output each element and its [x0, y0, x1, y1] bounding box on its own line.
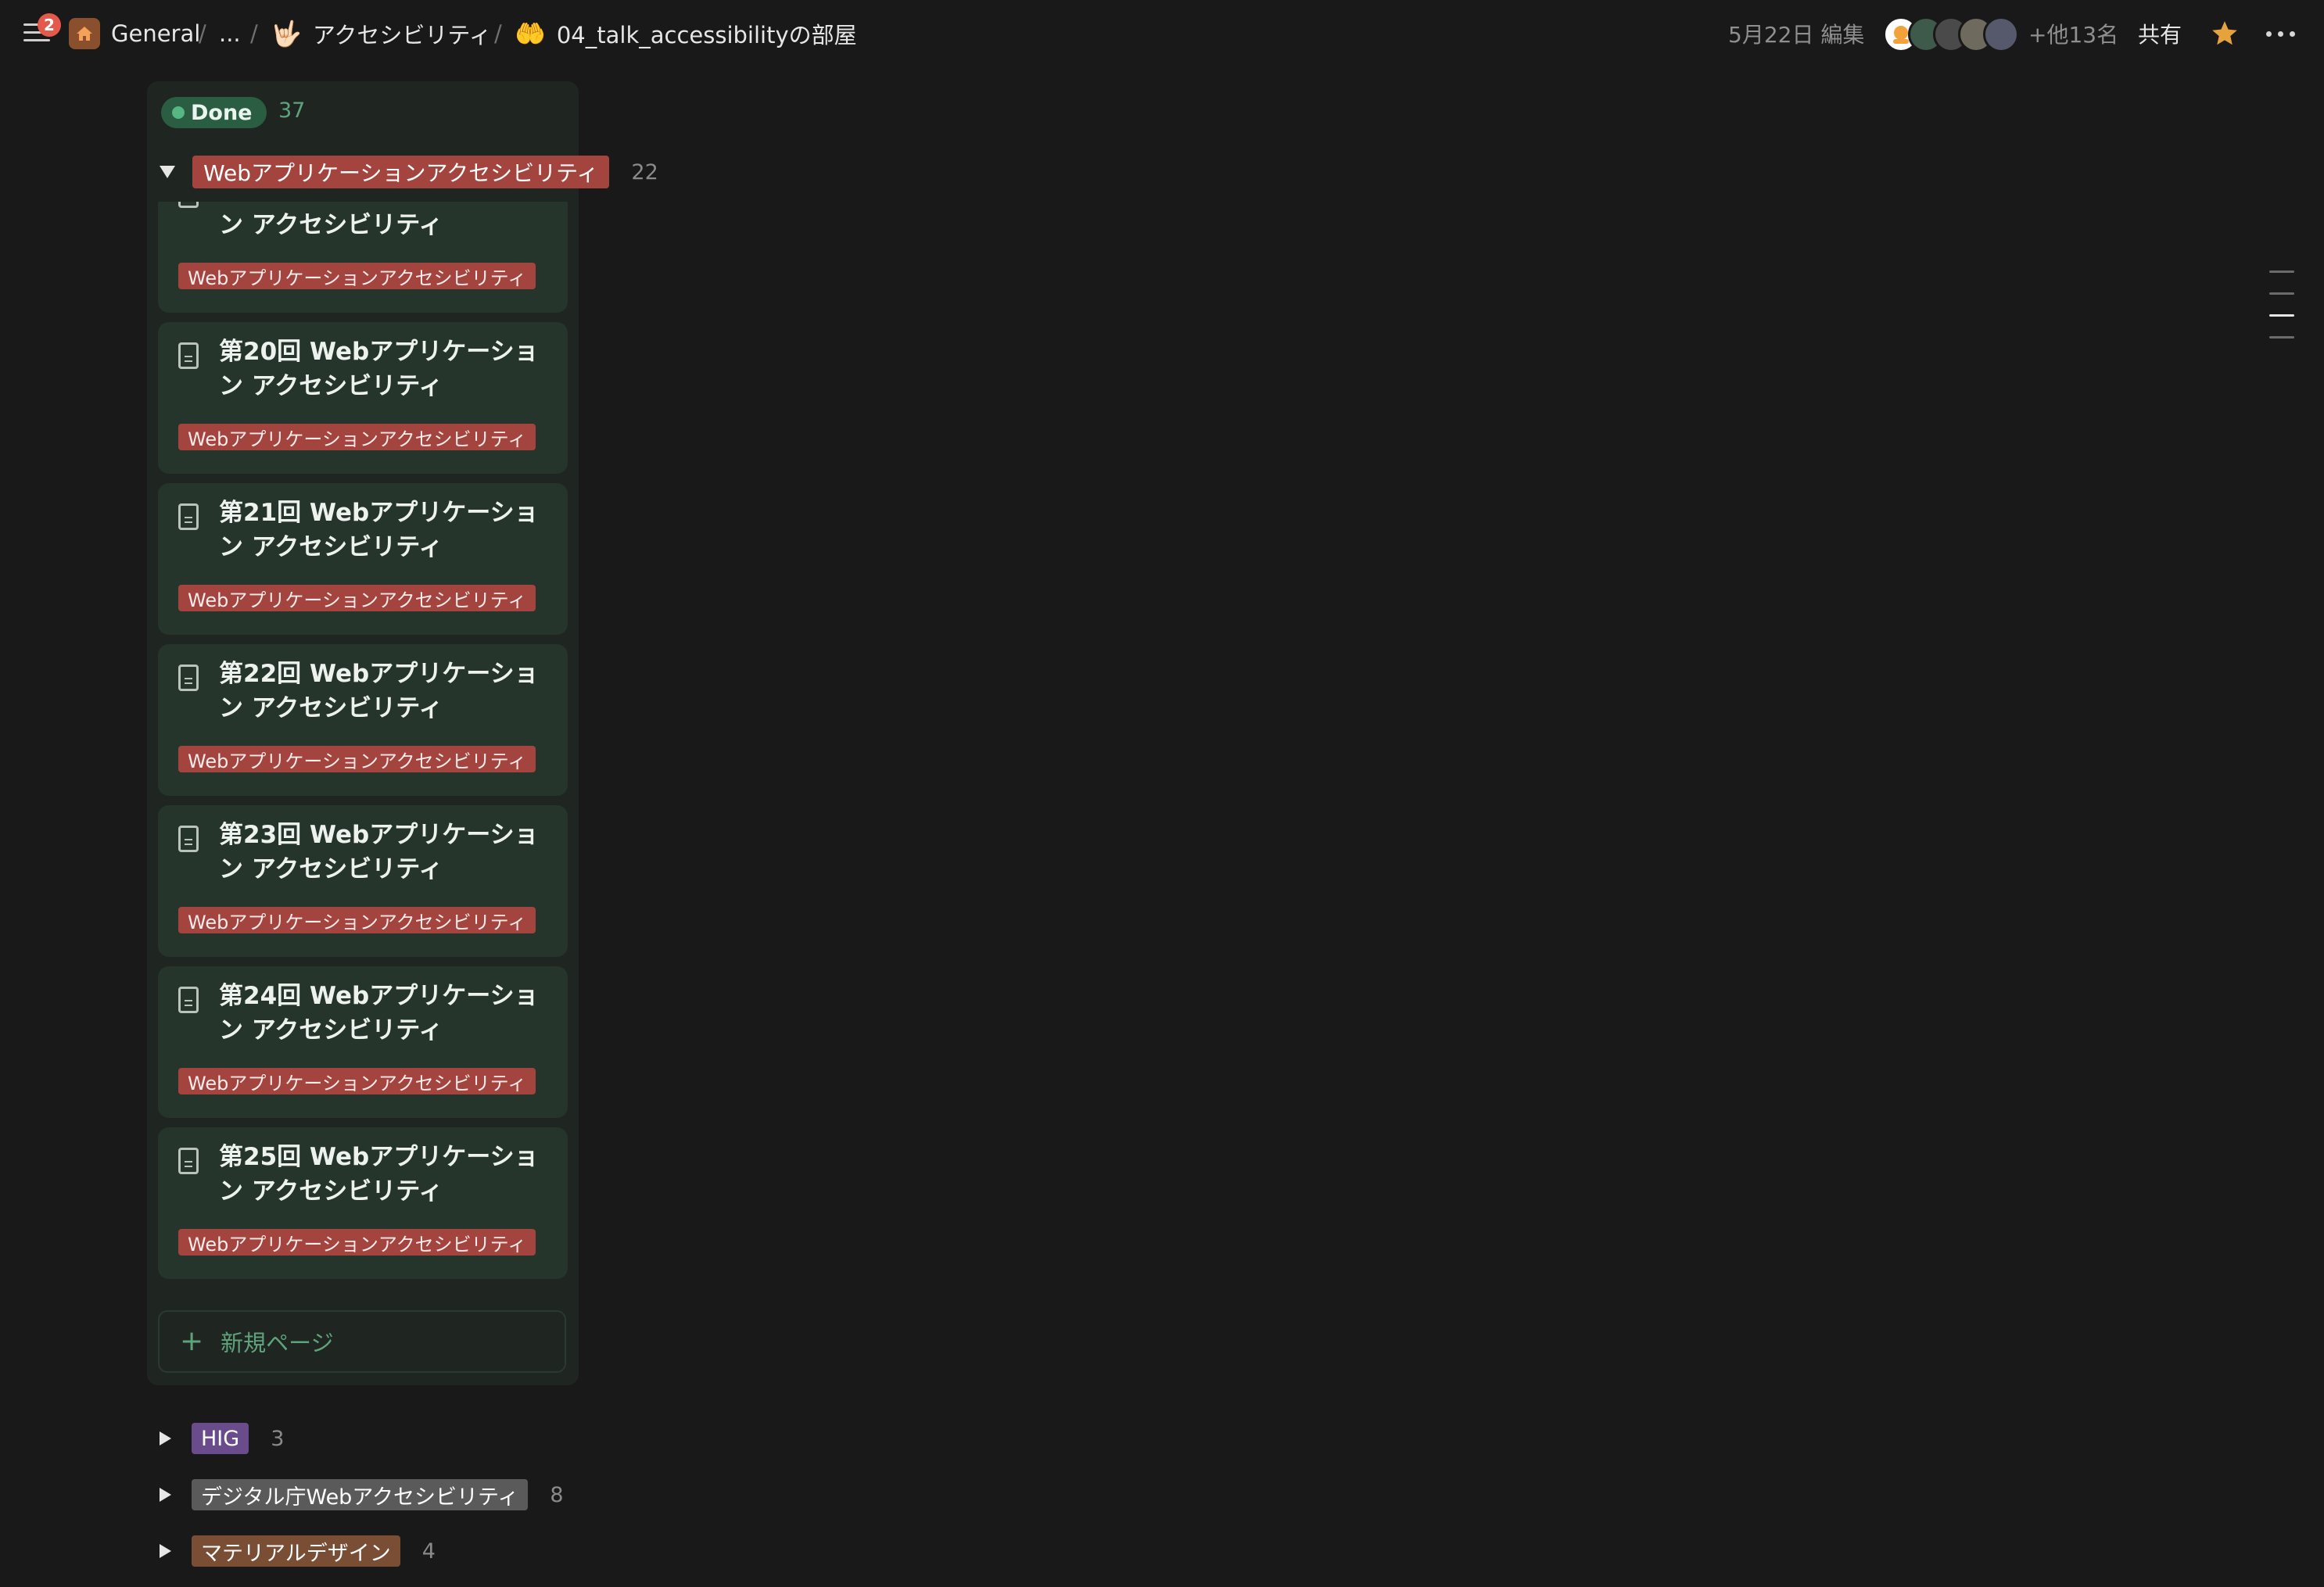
group-count: 3	[271, 1426, 285, 1451]
status-count: 37	[278, 99, 306, 123]
card-title: 第22回 Webアプリケーション アクセシビリティ	[219, 660, 539, 722]
table-of-contents-icon[interactable]	[2268, 270, 2294, 341]
page-icon	[178, 503, 199, 530]
new-page-label: 新規ページ	[221, 1330, 334, 1356]
breadcrumb-ellipsis[interactable]: ...	[219, 0, 241, 67]
card-title: 第24回 Webアプリケーション アクセシビリティ	[219, 982, 539, 1044]
card-title: 第23回 Webアプリケーション アクセシビリティ	[219, 821, 539, 883]
breadcrumb-label: アクセシビリティ	[312, 22, 492, 48]
card-title: 第21回 Webアプリケーション アクセシビリティ	[219, 499, 539, 561]
new-page-button[interactable]: + 新規ページ	[158, 1310, 566, 1373]
card-list: 第19回 Webアプリケーション アクセシビリティ Webアプリケーションアクセ…	[156, 202, 571, 1304]
page-icon	[178, 826, 199, 852]
breadcrumb-current-page[interactable]: 🤲 04_talk_accessibilityの部屋	[515, 0, 857, 67]
group-header-hig[interactable]: HIG 3	[160, 1421, 284, 1456]
status-dot-icon	[172, 106, 185, 119]
group-tag: HIG	[192, 1423, 249, 1454]
card[interactable]: 第24回 Webアプリケーション アクセシビリティ Webアプリケーションアクセ…	[158, 966, 568, 1118]
card[interactable]: 第20回 Webアプリケーション アクセシビリティ Webアプリケーションアクセ…	[158, 322, 568, 474]
card-tag: Webアプリケーションアクセシビリティ	[178, 1229, 536, 1256]
card[interactable]: 第19回 Webアプリケーション アクセシビリティ Webアプリケーションアクセ…	[158, 202, 568, 313]
edited-timestamp: 5月22日 編集	[1728, 22, 1865, 48]
page-icon	[178, 987, 199, 1013]
card-tag: Webアプリケーションアクセシビリティ	[178, 424, 536, 450]
card[interactable]: 第25回 Webアプリケーション アクセシビリティ Webアプリケーションアクセ…	[158, 1127, 568, 1279]
expand-toggle-icon[interactable]	[160, 1431, 171, 1445]
card-tag: Webアプリケーションアクセシビリティ	[178, 907, 536, 933]
top-bar: 2 General / ... / 🤟🏻 アクセシビリティ / 🤲 04_tal…	[0, 0, 2324, 67]
page-icon	[178, 665, 199, 691]
home-icon	[69, 18, 100, 49]
star-icon[interactable]	[2210, 0, 2240, 67]
group-header-web-app-a11y[interactable]: Webアプリケーションアクセシビリティ 22	[160, 155, 658, 189]
expand-toggle-icon[interactable]	[160, 1488, 171, 1502]
notification-badge: 2	[38, 13, 61, 37]
avatar	[1983, 16, 2019, 52]
page-icon	[178, 202, 199, 208]
card-tag: Webアプリケーションアクセシビリティ	[178, 585, 536, 611]
group-tag: Webアプリケーションアクセシビリティ	[192, 156, 610, 188]
plus-icon: +	[180, 1325, 204, 1357]
card-title: 第19回 Webアプリケーション アクセシビリティ	[219, 202, 539, 239]
hands-icon: 🤲	[515, 19, 546, 48]
group-header-material-design[interactable]: マテリアルデザイン 4	[160, 1534, 436, 1568]
share-button[interactable]: 共有	[2138, 0, 2182, 67]
more-members-count[interactable]: +他13名	[2028, 0, 2118, 67]
group-header-digital-agency[interactable]: デジタル庁Webアクセシビリティ 8	[160, 1478, 564, 1512]
breadcrumb-label: 04_talk_accessibilityの部屋	[556, 22, 857, 48]
breadcrumb-accessibility[interactable]: 🤟🏻 アクセシビリティ	[271, 0, 492, 67]
card[interactable]: 第22回 Webアプリケーション アクセシビリティ Webアプリケーションアクセ…	[158, 644, 568, 796]
card[interactable]: 第23回 Webアプリケーション アクセシビリティ Webアプリケーションアクセ…	[158, 805, 568, 957]
card[interactable]: 第21回 Webアプリケーション アクセシビリティ Webアプリケーションアクセ…	[158, 483, 568, 635]
group-tag: マテリアルデザイン	[192, 1535, 400, 1567]
group-tag: デジタル庁Webアクセシビリティ	[192, 1479, 529, 1510]
status-done-badge[interactable]: Done	[161, 97, 267, 128]
group-count: 4	[421, 1539, 436, 1564]
group-count: 22	[631, 159, 658, 184]
card-tag: Webアプリケーションアクセシビリティ	[178, 746, 536, 772]
card-tag: Webアプリケーションアクセシビリティ	[178, 1068, 536, 1094]
breadcrumb-label: General	[111, 20, 201, 47]
card-title: 第20回 Webアプリケーション アクセシビリティ	[219, 338, 539, 400]
breadcrumb-separator: /	[494, 20, 502, 47]
breadcrumb-general[interactable]: General	[69, 0, 200, 67]
card-tag: Webアプリケーションアクセシビリティ	[178, 263, 536, 289]
collapse-toggle-icon[interactable]	[160, 166, 175, 178]
page-icon	[178, 1148, 199, 1174]
breadcrumb-separator: /	[199, 20, 206, 47]
page-icon	[178, 342, 199, 369]
card-title: 第25回 Webアプリケーション アクセシビリティ	[219, 1143, 539, 1205]
expand-toggle-icon[interactable]	[160, 1544, 171, 1558]
group-count: 8	[550, 1482, 564, 1507]
more-dots-icon[interactable]	[2266, 31, 2295, 37]
status-label: Done	[191, 100, 253, 125]
breadcrumb-separator: /	[250, 20, 258, 47]
hand-sign-icon: 🤟🏻	[271, 19, 302, 48]
